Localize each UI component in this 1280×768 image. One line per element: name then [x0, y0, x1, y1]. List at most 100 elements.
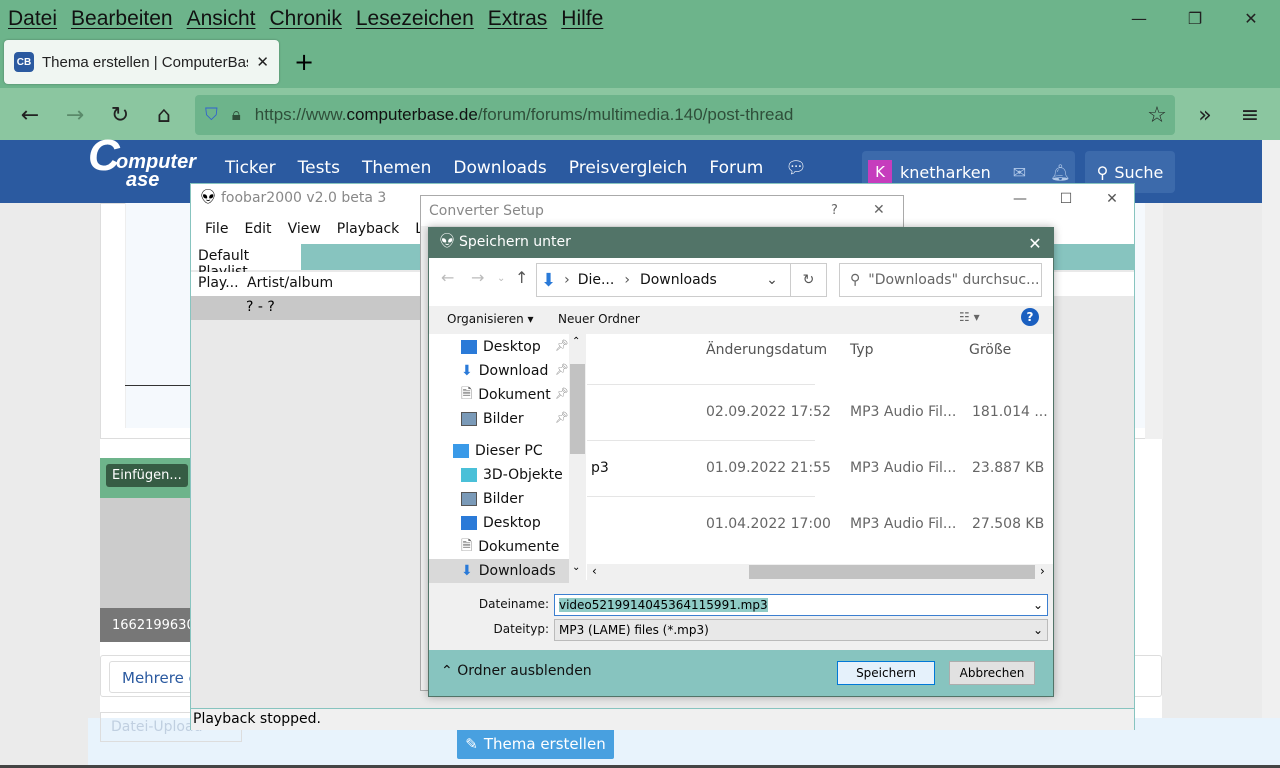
nav-item-pictures[interactable]: Bilder	[461, 407, 524, 431]
scroll-thumb[interactable]	[749, 565, 1035, 579]
nav-item-3d-objects[interactable]: 3D-Objekte	[461, 463, 563, 487]
minimize-icon[interactable]: —	[1112, 0, 1166, 36]
scroll-down-icon[interactable]: ⌄	[572, 562, 580, 573]
url-text: https://www.computerbase.de/forum/forums…	[254, 105, 794, 124]
column-date[interactable]: Änderungsdatum	[706, 342, 827, 358]
url-bar[interactable]: ⛉ 🔒︎ https://www.computerbase.de/forum/f…	[195, 95, 1175, 135]
restore-icon[interactable]: ❐	[1168, 0, 1222, 36]
close-icon[interactable]: ✕	[1224, 0, 1278, 36]
menu-datei[interactable]: Datei	[8, 7, 57, 31]
back-icon[interactable]: ←	[13, 98, 47, 132]
organize-button[interactable]: Organisieren ▾	[447, 312, 534, 326]
view-options-icon[interactable]: ☷ ▾	[959, 310, 980, 324]
shield-icon[interactable]: ⛉	[205, 105, 218, 125]
back-icon[interactable]: ←	[441, 268, 454, 287]
hide-folders-button[interactable]: ⌃ Ordner ausblenden	[441, 663, 592, 679]
pin-icon: 📌︎	[555, 339, 569, 352]
menu-chronik[interactable]: Chronik	[269, 7, 341, 31]
close-icon[interactable]: ✕	[1017, 228, 1053, 258]
maximize-icon[interactable]: ☐	[1043, 184, 1089, 214]
menu-bearbeiten[interactable]: Bearbeiten	[71, 7, 173, 31]
page-scrollbar[interactable]	[1262, 140, 1280, 768]
menu-extras[interactable]: Extras	[488, 7, 548, 31]
nav-item-download[interactable]: ⬇ Download	[461, 359, 548, 383]
help-button[interactable]: ?	[831, 203, 838, 218]
minimize-icon[interactable]: —	[997, 184, 1043, 214]
up-icon[interactable]: ↑	[515, 268, 528, 287]
nav-item-desktop[interactable]: Desktop	[461, 335, 541, 359]
column-playing[interactable]: Play...	[198, 275, 239, 291]
column-type[interactable]: Typ	[850, 342, 874, 358]
scroll-right-icon[interactable]: ›	[1040, 564, 1045, 578]
scroll-up-icon[interactable]: ⌃	[572, 336, 580, 347]
save-button[interactable]: Speichern	[837, 661, 935, 685]
dialog-title: Speichern unter	[429, 228, 1053, 258]
menu-view[interactable]: View	[288, 221, 321, 237]
tab-default-playlist[interactable]: Default Playlist	[191, 244, 301, 280]
scroll-thumb[interactable]	[570, 364, 585, 454]
chevron-down-icon[interactable]: ⌄	[754, 272, 790, 288]
search-input[interactable]: ⚲ "Downloads" durchsuc...	[839, 263, 1042, 297]
nav-item-documents[interactable]: 🗎 Dokumente	[461, 535, 559, 559]
close-tab-icon[interactable]: ✕	[256, 53, 269, 71]
foobar-logo-icon: 👽︎	[438, 233, 456, 249]
edit-icon: ✎	[465, 734, 478, 753]
address-bar[interactable]: ⬇ › Die... › Downloads ⌄ ↻	[536, 263, 827, 297]
foobar-logo-icon: 👽︎	[199, 189, 217, 205]
forward-icon[interactable]: →	[58, 98, 92, 132]
menu-edit[interactable]: Edit	[244, 221, 271, 237]
filetype-select[interactable]: MP3 (LAME) files (*.mp3) ⌄	[554, 619, 1048, 641]
recent-dropdown-icon[interactable]: ⌄	[497, 273, 505, 284]
nav-item-desktop[interactable]: Desktop	[461, 511, 541, 535]
nav-themen[interactable]: Themen	[362, 158, 431, 178]
overflow-icon[interactable]: »	[1188, 98, 1222, 132]
refresh-icon[interactable]: ↻	[790, 264, 826, 296]
nav-ticker[interactable]: Ticker	[225, 158, 276, 178]
chevron-down-icon[interactable]: ⌄	[1033, 623, 1043, 637]
nav-item-documents[interactable]: 🗎 Dokument	[461, 383, 551, 407]
new-folder-button[interactable]: Neuer Ordner	[558, 312, 640, 326]
close-icon[interactable]: ✕	[1089, 184, 1135, 214]
breadcrumb-this-pc[interactable]: Die...	[578, 272, 615, 288]
scroll-left-icon[interactable]: ‹	[592, 564, 597, 578]
nav-downloads[interactable]: Downloads	[453, 158, 546, 178]
nav-item-pictures[interactable]: Bilder	[461, 487, 524, 511]
menu-file[interactable]: File	[205, 221, 228, 237]
column-size[interactable]: Größe	[969, 342, 1011, 358]
column-artist-album[interactable]: Artist/album	[247, 275, 333, 291]
bookmark-star-icon[interactable]: ☆	[1140, 98, 1174, 132]
horizontal-scrollbar[interactable]: ‹ ›	[587, 564, 1053, 581]
hamburger-menu-icon[interactable]: ≡	[1233, 98, 1267, 132]
nav-item-this-pc[interactable]: Dieser PC	[453, 439, 543, 463]
menu-playback[interactable]: Playback	[337, 221, 399, 237]
chevron-down-icon[interactable]: ⌄	[1033, 598, 1043, 612]
attachment-thumbnail[interactable]: Einfügen... 1662199630	[100, 458, 192, 642]
reload-icon[interactable]: ↻	[103, 98, 137, 132]
mail-icon[interactable]: ✉	[1013, 163, 1026, 182]
editor-scrollbar[interactable]	[1145, 203, 1163, 439]
browser-tab[interactable]: CB Thema erstellen | ComputerBase ✕	[4, 40, 279, 84]
menu-hilfe[interactable]: Hilfe	[561, 7, 603, 31]
chat-icon[interactable]: 💬︎	[785, 158, 807, 178]
cancel-button[interactable]: Abbrechen	[949, 661, 1035, 685]
insert-button[interactable]: Einfügen...	[106, 464, 188, 487]
home-icon[interactable]: ⌂	[147, 98, 181, 132]
playlist-row[interactable]: ? - ?	[191, 296, 431, 320]
forward-icon[interactable]: →	[471, 268, 484, 287]
breadcrumb-downloads[interactable]: Downloads	[640, 272, 717, 288]
help-icon[interactable]: ?	[1021, 308, 1039, 326]
nav-item-downloads-selected[interactable]: ⬇ Downloads	[429, 559, 569, 583]
save-as-dialog: Speichern unter 👽︎ ✕ ← → ⌄ ↑ ⬇ › Die... …	[428, 227, 1054, 697]
nav-scrollbar[interactable]: ⌃ ⌄	[569, 334, 586, 580]
nav-forum[interactable]: Forum	[709, 158, 763, 178]
close-icon[interactable]: ✕	[873, 202, 885, 218]
lock-icon[interactable]: 🔒︎	[232, 105, 241, 125]
create-thread-button[interactable]: ✎ Thema erstellen	[457, 728, 614, 759]
menu-lesezeichen[interactable]: Lesezeichen	[356, 7, 474, 31]
filename-input[interactable]: video5219914045364115991.mp3 ⌄	[554, 594, 1048, 616]
new-tab-icon[interactable]: +	[294, 48, 314, 76]
bell-icon[interactable]: 🔔︎	[1050, 163, 1070, 182]
nav-preisvergleich[interactable]: Preisvergleich	[569, 158, 688, 178]
menu-ansicht[interactable]: Ansicht	[187, 7, 256, 31]
nav-tests[interactable]: Tests	[298, 158, 340, 178]
